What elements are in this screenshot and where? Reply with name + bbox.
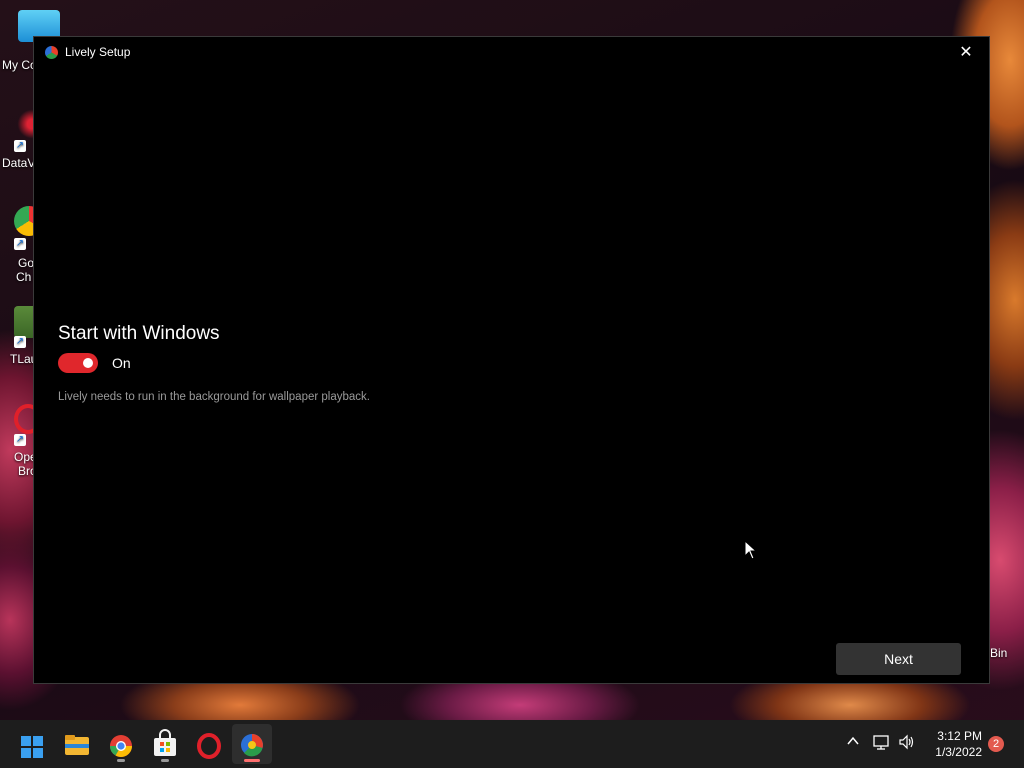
- start-button[interactable]: [12, 724, 52, 764]
- file-explorer-icon: [65, 735, 89, 755]
- running-indicator: [117, 759, 125, 762]
- volume-button[interactable]: [898, 734, 916, 755]
- microsoft-store-icon: [154, 729, 176, 756]
- taskbar-chrome[interactable]: [101, 724, 141, 764]
- taskbar-lively[interactable]: [232, 724, 272, 764]
- recycle-bin-label[interactable]: Bin: [990, 646, 1007, 660]
- running-indicator: [161, 759, 169, 762]
- network-icon: [873, 735, 889, 750]
- desktop-icon-label: My Co: [2, 58, 37, 72]
- desktop-icon-label: Ch: [16, 270, 32, 284]
- taskbar-opera[interactable]: [189, 724, 229, 764]
- close-icon: ✕: [959, 44, 973, 61]
- chevron-up-icon: [847, 736, 859, 745]
- toggle-state-label: On: [112, 355, 131, 371]
- start-with-windows-toggle[interactable]: [58, 353, 98, 373]
- section-heading: Start with Windows: [58, 323, 220, 344]
- show-hidden-icons-button[interactable]: [846, 734, 860, 751]
- taskbar-file-explorer[interactable]: [57, 724, 97, 764]
- shortcut-arrow-icon: ↗: [14, 434, 26, 446]
- notification-badge[interactable]: 2: [988, 736, 1004, 752]
- desktop-icon-label: Go: [18, 256, 35, 270]
- lively-setup-window: Lively Setup ✕ Start with Windows On Liv…: [33, 36, 990, 684]
- active-indicator: [244, 759, 260, 762]
- lively-icon: [241, 734, 263, 757]
- window-title: Lively Setup: [65, 45, 131, 59]
- close-button[interactable]: ✕: [951, 41, 981, 65]
- title-bar[interactable]: Lively Setup ✕: [34, 37, 989, 69]
- lively-app-icon: [45, 46, 58, 59]
- taskbar: [0, 720, 1024, 768]
- desktop-icon-label: DataV: [2, 156, 36, 170]
- clock-date[interactable]: 1/3/2022: [930, 745, 982, 759]
- chrome-icon: [110, 735, 132, 757]
- shortcut-arrow-icon: ↗: [14, 238, 26, 250]
- opera-icon: [197, 733, 221, 759]
- next-button[interactable]: Next: [836, 643, 961, 675]
- toggle-knob: [83, 358, 93, 368]
- shortcut-arrow-icon: ↗: [14, 140, 26, 152]
- taskbar-microsoft-store[interactable]: [145, 724, 185, 764]
- clock-time[interactable]: 3:12 PM: [930, 729, 982, 743]
- windows-start-icon: [21, 736, 43, 758]
- network-button[interactable]: [873, 734, 891, 755]
- mouse-cursor-icon: [744, 540, 758, 560]
- shortcut-arrow-icon: ↗: [14, 336, 26, 348]
- description-text: Lively needs to run in the background fo…: [58, 391, 370, 403]
- speaker-icon: [899, 734, 914, 750]
